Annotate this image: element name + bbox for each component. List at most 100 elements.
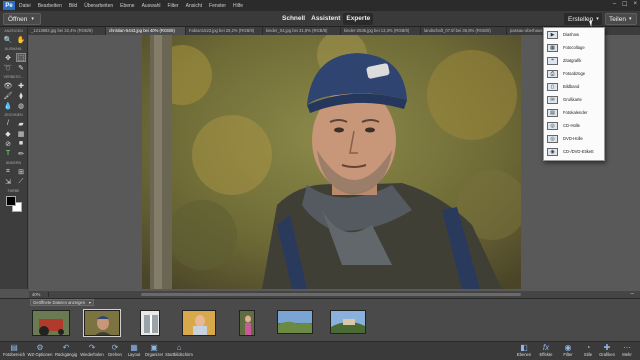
undo-icon: ↶ [62, 343, 70, 352]
hand-tool-icon[interactable]: ✋ [16, 35, 26, 44]
tool-options-button[interactable]: ⚙ WZ-Optionen [27, 343, 53, 358]
dvd-jacket-icon: ◎ [547, 134, 558, 143]
menu-auswahl[interactable]: Auswahl [142, 3, 161, 9]
eraser-tool-icon[interactable]: ▰ [16, 119, 26, 128]
tab-document[interactable]: Fabian1523.jpg bei 25,2% (RGB/8) [186, 27, 263, 35]
menu-ueberarbeiten[interactable]: Überarbeiten [84, 3, 113, 9]
create-menu-item-collage[interactable]: ▦ Fotocollage [544, 41, 604, 54]
share-button[interactable]: Teilen ▾ [605, 13, 637, 25]
photoshop-elements-window: Pe Datei Bearbeiten Bild Überarbeiten Eb… [0, 0, 640, 360]
printer-icon: ⎙ [547, 69, 558, 78]
minimize-button[interactable]: – [613, 1, 616, 8]
mode-experte[interactable]: Experte [343, 13, 374, 25]
spot-healing-tool-icon[interactable]: ✚ [16, 81, 26, 90]
menu-datei[interactable]: Datei [19, 3, 31, 9]
create-menu-item-prints[interactable]: ⎙ Fotoabzüge [544, 67, 604, 80]
clone-stamp-tool-icon[interactable]: ⧫ [16, 91, 26, 100]
lasso-tool-icon[interactable]: ➰ [3, 63, 13, 72]
mode-bar: Öffnen ▾ Schnell Assistent Experte Erste… [0, 11, 640, 27]
app-logo: Pe [3, 1, 15, 10]
document-photo[interactable] [142, 35, 521, 289]
thumbnail-window[interactable] [140, 310, 160, 336]
mode-assistent[interactable]: Assistent [308, 13, 343, 25]
gradient-tool-icon[interactable]: ▦ [16, 129, 26, 138]
create-menu-item-cd-jacket[interactable]: ◎ CD-Hülle [544, 119, 604, 132]
effects-icon: fx [542, 343, 550, 352]
move-tool-icon[interactable]: ✥ [3, 53, 13, 62]
zoom-tool-icon[interactable]: 🔍 [3, 35, 13, 44]
organizer-button[interactable]: ▣ Organizer [141, 343, 167, 358]
create-menu-item-dvd-jacket[interactable]: ◎ DVD-Hülle [544, 132, 604, 145]
menu-bild[interactable]: Bild [69, 3, 77, 9]
open-button[interactable]: Öffnen ▾ [3, 13, 41, 25]
tab-document-active[interactable]: christian-5443.jpg bei 40% (RGB/8) [106, 27, 186, 35]
maximize-button[interactable]: ☐ [622, 1, 627, 8]
straighten-tool-icon[interactable]: ⟋ [16, 177, 26, 186]
photo-bin-label: Fotobereich [2, 352, 26, 357]
thumbnail-landscape[interactable] [277, 310, 313, 334]
menu-filter[interactable]: Filter [168, 3, 179, 9]
tab-document[interactable]: kinder_04.jpg bei 31,8% (RGB/8) [263, 27, 341, 35]
menu-hilfe[interactable]: Hilfe [233, 3, 243, 9]
photo-bin-icon: ▤ [10, 343, 18, 352]
smart-brush-tool-icon[interactable]: 🖌 [3, 91, 13, 100]
close-button[interactable]: × [633, 1, 637, 8]
crop-tool-icon[interactable]: ⌗ [3, 167, 13, 176]
type-tool-icon[interactable]: T [3, 149, 13, 158]
chevron-down-icon: ▾ [628, 16, 632, 22]
create-menu: ▶ Diashow ▦ Fotocollage ❝ Zitatgrafik ⎙ … [543, 27, 605, 161]
chevron-down-icon: ▾ [88, 300, 91, 305]
blur-tool-icon[interactable]: 💧 [3, 101, 13, 110]
foreground-color-swatch[interactable] [6, 196, 16, 206]
menu-ebene[interactable]: Ebene [120, 3, 134, 9]
more-button[interactable]: ⋯ Mehr [614, 343, 640, 358]
thumbnail-tractor[interactable] [32, 310, 70, 336]
marquee-tool-icon[interactable]: ⬚ [16, 53, 26, 62]
photo-bin-button[interactable]: ▤ Fotobereich [1, 343, 27, 358]
menu-fenster[interactable]: Fenster [209, 3, 226, 9]
styles-label: Stile [583, 352, 593, 357]
create-menu-item-photo-book[interactable]: ▯ Bildband [544, 80, 604, 93]
menu-item-label: Fotoabzüge [563, 71, 586, 76]
calendar-icon: ▤ [547, 108, 558, 117]
photo-bin-select[interactable]: Geöffnete Dateien anzeigen ▾ [30, 299, 94, 306]
pencil-tool-icon[interactable]: ✏ [16, 149, 26, 158]
slideshow-icon: ▶ [547, 30, 558, 39]
menu-item-label: Grußkarte [563, 97, 582, 102]
shape-tool-icon[interactable]: ■ [16, 139, 26, 148]
recompose-tool-icon[interactable]: ⊞ [16, 167, 26, 176]
undo-button[interactable]: ↶ Rückgängig [53, 343, 79, 358]
tab-document[interactable]: kinder-2536.jpg bei 13,3% (RGB/8) [341, 27, 421, 35]
create-menu-item-greeting-card[interactable]: ✉ Grußkarte [544, 93, 604, 106]
color-picker-tool-icon[interactable]: ⊘ [3, 139, 13, 148]
sponge-tool-icon[interactable]: ◍ [16, 101, 26, 110]
tab-document[interactable]: _1213883.jpg bei 32,4% (RGB/8) [28, 27, 106, 35]
horizontal-scrollbar[interactable] [141, 293, 521, 296]
tab-document[interactable]: landschaft_07.tif bei 36,8% (RGB/8) [421, 27, 507, 35]
paint-bucket-tool-icon[interactable]: ◆ [3, 129, 13, 138]
create-menu-item-calendar[interactable]: ▤ Fotokalender [544, 106, 604, 119]
taskbar: ▤ Fotobereich ⚙ WZ-Optionen ↶ Rückgängig… [0, 341, 640, 360]
thumbnail-portrait-selected[interactable] [83, 309, 121, 337]
brush-tool-icon[interactable]: / [3, 119, 13, 128]
color-swatches[interactable] [6, 196, 24, 214]
thumbnail-kids[interactable] [182, 310, 216, 336]
red-eye-tool-icon[interactable]: 👁 [3, 81, 13, 90]
create-menu-item-disc-label[interactable]: ◉ CD-/DVD-Etikett [544, 145, 604, 158]
mode-schnell[interactable]: Schnell [279, 13, 308, 25]
thumbnail-passau[interactable] [330, 310, 366, 334]
tool-options-icon: ⚙ [36, 343, 44, 352]
menu-bearbeiten[interactable]: Bearbeiten [38, 3, 62, 9]
thumbnail-girl[interactable] [239, 310, 255, 336]
zoom-level[interactable]: 40% [29, 292, 49, 297]
create-menu-item-slideshow[interactable]: ▶ Diashow [544, 28, 604, 41]
quick-selection-tool-icon[interactable]: ✎ [16, 63, 26, 72]
redo-label: Wiederholen [80, 352, 104, 357]
create-menu-item-quote-graphic[interactable]: ❝ Zitatgrafik [544, 54, 604, 67]
menu-ansicht[interactable]: Ansicht [186, 3, 202, 9]
disc-label-icon: ◉ [547, 147, 558, 156]
content-aware-move-tool-icon[interactable]: ⇲ [3, 177, 13, 186]
graphics-icon: ✚ [603, 343, 611, 352]
home-button[interactable]: ⌂ Startbildschirm [165, 343, 193, 358]
menu-item-label: Diashow [563, 32, 580, 37]
